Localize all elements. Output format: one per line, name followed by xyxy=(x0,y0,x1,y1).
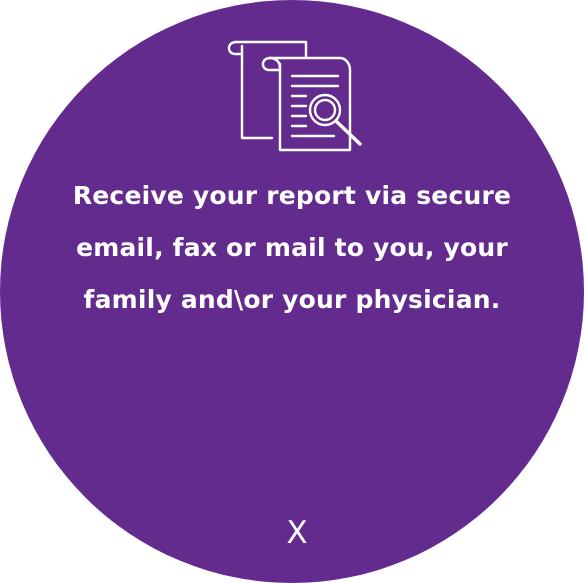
message-line: family and\or your physician. xyxy=(83,285,501,314)
info-message: Receive your report via secure email, fa… xyxy=(40,170,544,326)
info-card: Receive your report via secure email, fa… xyxy=(0,0,584,583)
close-button[interactable]: X xyxy=(272,508,322,558)
document-magnifier-icon xyxy=(222,34,368,162)
message-line: email, fax or mail to you, your xyxy=(76,233,508,262)
message-line: Receive your report via secure xyxy=(72,181,512,210)
